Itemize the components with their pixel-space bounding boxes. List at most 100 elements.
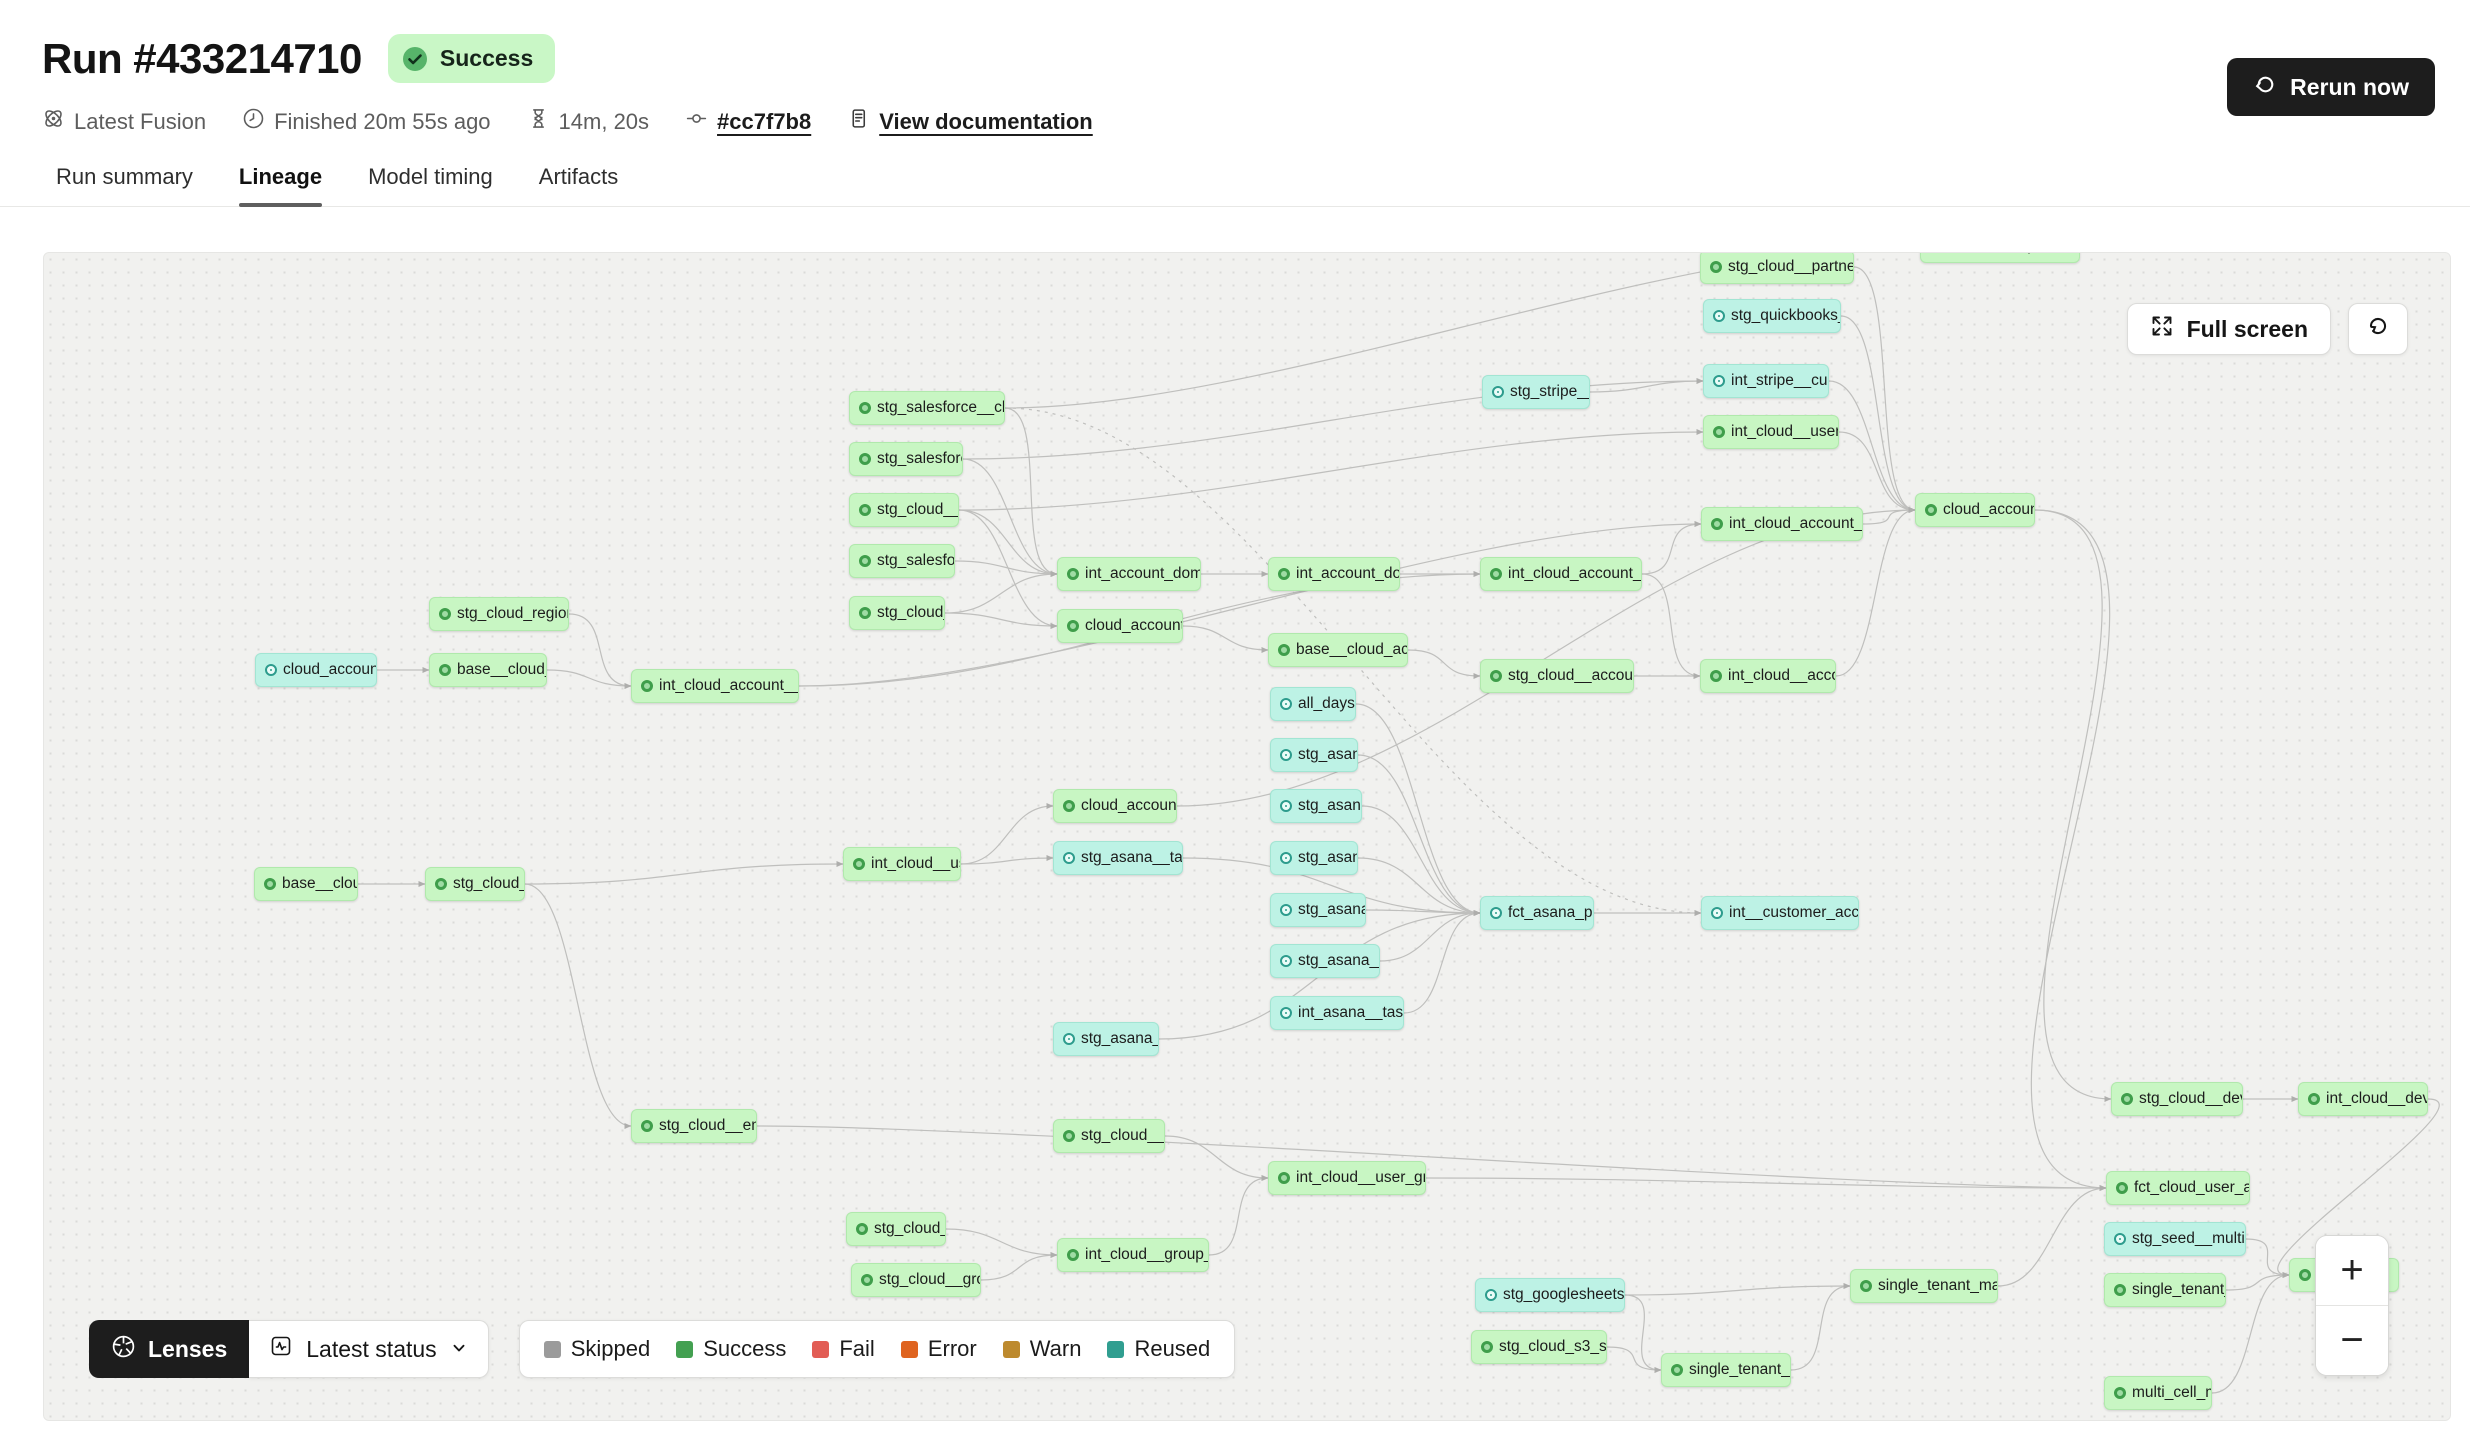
tab-artifacts[interactable]: Artifacts: [539, 164, 618, 206]
zoom-out-button[interactable]: −: [2316, 1306, 2388, 1375]
reused-status-icon: [1492, 386, 1504, 398]
success-status-icon: [2116, 1182, 2128, 1194]
lens-selector[interactable]: Latest status: [249, 1320, 488, 1378]
graph-node-n54[interactable]: single_tenant_…: [2104, 1273, 2226, 1307]
graph-node-n35[interactable]: int_cloud_account_ma…: [1701, 507, 1863, 541]
full-screen-button[interactable]: Full screen: [2127, 303, 2331, 355]
graph-node-n46[interactable]: stg_googlesheets__sin…: [1475, 1278, 1625, 1312]
graph-node-n20[interactable]: stg_asana…: [1270, 738, 1358, 772]
graph-node-n10[interactable]: stg_salesforce…: [849, 544, 955, 578]
graph-node-label: base__cloud_acco…: [1296, 641, 1408, 659]
graph-node-n6[interactable]: stg_cloud_…: [425, 867, 525, 901]
graph-node-n48[interactable]: single_tenant_map…: [1661, 1353, 1791, 1387]
graph-node-n5[interactable]: base__clou…: [254, 867, 358, 901]
graph-node-label: stg_asana_…: [1298, 797, 1362, 815]
graph-node-n24[interactable]: stg_asana__pr…: [1270, 944, 1380, 978]
success-status-icon: [2114, 1284, 2126, 1296]
graph-node-n32[interactable]: stg_quickbooks__a…: [1703, 299, 1841, 333]
rerun-now-button[interactable]: Rerun now: [2227, 58, 2435, 116]
graph-node-n13[interactable]: int_account_dom…: [1268, 557, 1400, 591]
graph-node-n40[interactable]: stg_cloud__email…: [631, 1109, 757, 1143]
graph-node-label: base__cloud_…: [457, 661, 547, 679]
zoom-in-button[interactable]: +: [2316, 1236, 2388, 1306]
graph-node-label: stg_salesforce_…: [877, 450, 963, 468]
graph-node-label: stg_cloud_…: [874, 1220, 946, 1238]
graph-node-n4[interactable]: int_cloud_account__m…: [631, 669, 799, 703]
graph-node-n56[interactable]: multi_cell_m…: [2104, 1376, 2212, 1410]
graph-node-label: cloud_accounts_…: [1085, 617, 1183, 635]
graph-node-n9[interactable]: stg_cloud__us…: [849, 493, 959, 527]
graph-node-n52[interactable]: fct_cloud_user_acc…: [2106, 1171, 2250, 1205]
success-status-icon: [1713, 426, 1725, 438]
graph-node-n16[interactable]: base__cloud_acco…: [1268, 633, 1408, 667]
graph-node-n31[interactable]: stg_cloud__partner_c…: [1700, 252, 1854, 284]
graph-node-n43[interactable]: stg_cloud_…: [846, 1212, 946, 1246]
success-status-icon: [859, 504, 871, 516]
graph-node-label: int__customer_account…: [1729, 904, 1859, 922]
graph-node-label: cloud_account…: [1081, 797, 1177, 815]
graph-node-n36[interactable]: cloud_account…: [1915, 493, 2035, 527]
graph-node-n28[interactable]: stg_asana__tas…: [1053, 841, 1183, 875]
view-documentation-link[interactable]: View documentation: [879, 109, 1093, 135]
graph-node-n17[interactable]: stg_cloud__accounts…: [1480, 659, 1634, 693]
tab-bar: Run summary Lineage Model timing Artifac…: [0, 164, 2470, 207]
graph-node-n23[interactable]: stg_asana__…: [1270, 893, 1366, 927]
graph-node-n8[interactable]: stg_salesforce_…: [849, 442, 963, 476]
graph-node-label: int_account_domain…: [1085, 565, 1201, 583]
graph-node-n33[interactable]: int_stripe__custo…: [1703, 364, 1829, 398]
graph-node-n29[interactable]: int_cloud__us…: [843, 847, 961, 881]
tab-lineage[interactable]: Lineage: [239, 164, 322, 206]
graph-node-n38[interactable]: fct_asana_proj…: [1480, 896, 1594, 930]
graph-node-n1[interactable]: cloud_account…: [255, 653, 377, 687]
success-status-icon: [2114, 1387, 2126, 1399]
graph-node-label: int_cloud__devel…: [2326, 1090, 2428, 1108]
tab-model-timing[interactable]: Model timing: [368, 164, 493, 206]
graph-node-label: stg_cloud__group…: [879, 1271, 981, 1289]
fusion-icon: [42, 107, 65, 136]
refresh-graph-button[interactable]: [2348, 303, 2408, 355]
reused-status-icon: [1280, 955, 1292, 967]
graph-node-n26[interactable]: stg_asana__…: [1053, 1022, 1159, 1056]
graph-node-n37[interactable]: int_cloud__partner_con…: [1920, 252, 2080, 263]
graph-node-n11[interactable]: stg_cloud__…: [849, 596, 945, 630]
graph-node-n50[interactable]: stg_cloud__devel…: [2111, 1082, 2243, 1116]
graph-node-n47[interactable]: stg_cloud_s3_singl…: [1471, 1330, 1607, 1364]
graph-node-n2[interactable]: stg_cloud_region…: [429, 597, 569, 631]
graph-node-n25[interactable]: int_asana__task_s…: [1270, 996, 1404, 1030]
reused-status-icon: [1490, 907, 1502, 919]
lineage-canvas[interactable]: cloud_account… stg_cloud_region… base__clo…: [43, 252, 2451, 1421]
graph-node-n18[interactable]: int_cloud__accoun…: [1700, 659, 1836, 693]
graph-node-label: stg_stripe__c…: [1510, 383, 1590, 401]
chevron-down-icon: [450, 1336, 468, 1363]
graph-node-n21[interactable]: stg_asana_…: [1270, 789, 1362, 823]
graph-node-n34[interactable]: int_cloud__user_ac…: [1703, 415, 1839, 449]
graph-node-n41[interactable]: stg_cloud__us…: [1053, 1119, 1165, 1153]
graph-node-n30[interactable]: stg_stripe__c…: [1482, 375, 1590, 409]
graph-node-n14[interactable]: int_cloud_account_ma…: [1480, 557, 1642, 591]
graph-node-n51[interactable]: int_cloud__devel…: [2298, 1082, 2428, 1116]
graph-node-n27[interactable]: cloud_account…: [1053, 789, 1177, 823]
reused-status-icon: [1063, 852, 1075, 864]
tab-run-summary[interactable]: Run summary: [56, 164, 193, 206]
graph-node-n19[interactable]: all_days: [1270, 687, 1356, 721]
success-status-icon: [1711, 518, 1723, 530]
graph-node-n44[interactable]: stg_cloud__group…: [851, 1263, 981, 1297]
graph-node-label: stg_cloud__accounts…: [1508, 667, 1634, 685]
graph-node-n15[interactable]: cloud_accounts_…: [1057, 609, 1183, 643]
graph-node-n3[interactable]: base__cloud_…: [429, 653, 547, 687]
graph-node-n39[interactable]: int__customer_account…: [1701, 896, 1859, 930]
zoom-control: + −: [2315, 1235, 2389, 1376]
graph-node-n53[interactable]: stg_seed__multireg…: [2104, 1222, 2246, 1256]
graph-node-n42[interactable]: int_cloud__user_group…: [1268, 1161, 1426, 1195]
lenses-button[interactable]: Lenses: [89, 1320, 249, 1378]
reused-status-icon: [1711, 907, 1723, 919]
graph-node-n45[interactable]: int_cloud__group_per…: [1057, 1238, 1209, 1272]
graph-node-n22[interactable]: stg_asana…: [1270, 841, 1358, 875]
graph-node-n12[interactable]: int_account_domain…: [1057, 557, 1201, 591]
graph-node-label: int_asana__task_s…: [1298, 1004, 1404, 1022]
commit-link[interactable]: #cc7f7b8: [717, 109, 811, 135]
success-status-icon: [859, 453, 871, 465]
graph-node-n49[interactable]: single_tenant_mapp…: [1850, 1269, 1998, 1303]
hourglass-icon: [527, 107, 550, 136]
graph-node-n7[interactable]: stg_salesforce__cloud_…: [849, 391, 1005, 425]
